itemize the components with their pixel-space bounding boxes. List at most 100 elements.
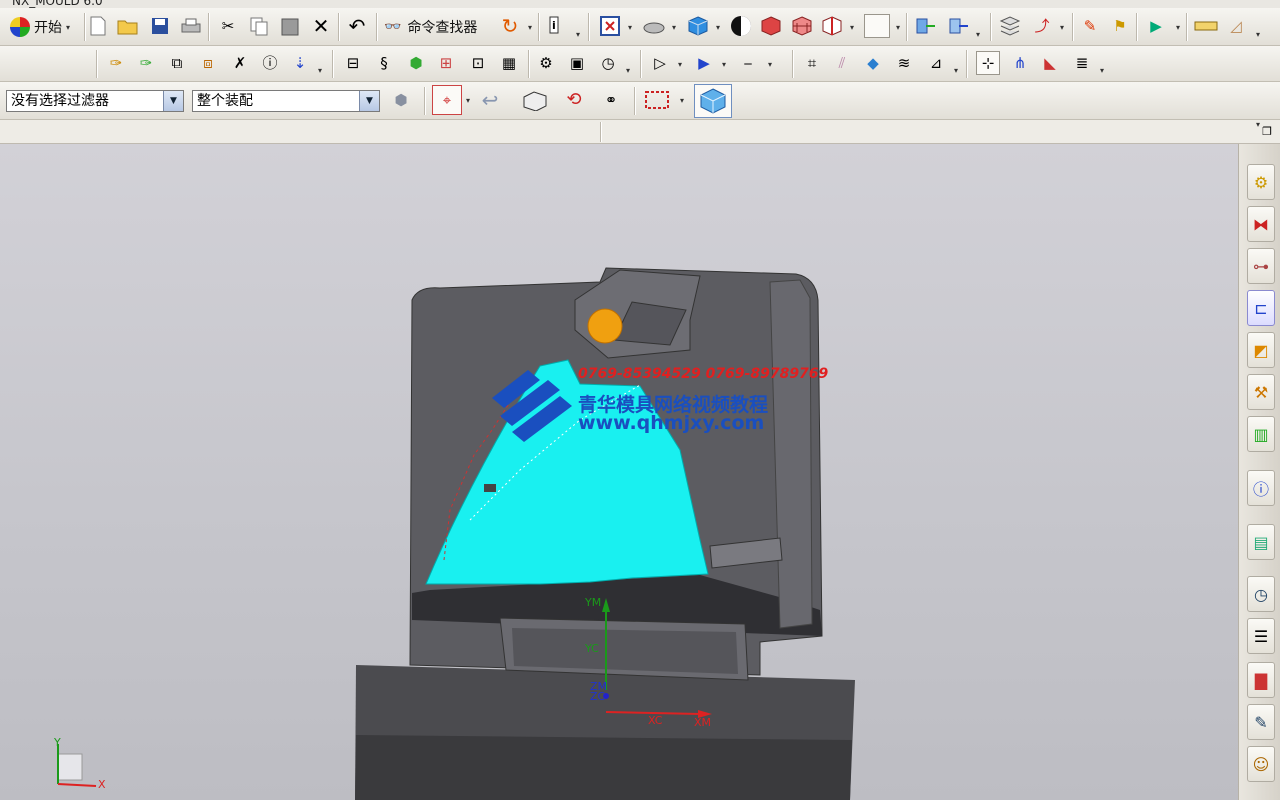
render-style-icon[interactable] <box>729 14 753 38</box>
chevron-down-icon[interactable]: ▾ <box>576 30 580 39</box>
chevron-down-icon[interactable]: ▾ <box>678 60 682 69</box>
assembly-scope-dropdown[interactable]: 整个装配 ▼ <box>192 90 380 112</box>
csys-move-icon[interactable]: ⤴ <box>1030 14 1054 38</box>
rotate-point-icon[interactable]: ⟲ <box>562 88 586 112</box>
clock-icon[interactable]: ◷ <box>596 51 620 75</box>
offset-face-icon[interactable]: ✗ <box>228 51 252 75</box>
move-object-icon[interactable] <box>946 14 970 38</box>
document-icon[interactable]: ▤ <box>1247 524 1275 560</box>
chevron-down-icon[interactable]: ▾ <box>1256 30 1260 39</box>
snap-point-icon[interactable]: ✎ <box>1078 14 1102 38</box>
info-box-icon[interactable]: ⓘ <box>258 51 282 75</box>
save-icon[interactable] <box>148 14 172 38</box>
constraint-navigator-icon[interactable]: ⧓ <box>1247 206 1275 242</box>
slider-icon[interactable]: ⊡ <box>466 51 490 75</box>
select-filter-icon[interactable]: ▶ <box>692 51 716 75</box>
chevron-down-icon[interactable]: ▾ <box>628 23 632 32</box>
csys-tool-icon[interactable]: ⌗ <box>800 51 824 75</box>
back-arrow-icon[interactable]: ↩ <box>478 88 502 112</box>
cooling-grid-icon[interactable]: ≋ <box>892 51 916 75</box>
orient-view-icon[interactable] <box>642 14 666 38</box>
chevron-down-icon[interactable]: ▾ <box>850 23 854 32</box>
layer-move-icon[interactable] <box>913 14 937 38</box>
fit-view-icon[interactable] <box>598 14 622 38</box>
chevron-down-icon[interactable]: ▾ <box>954 66 958 75</box>
roles-icon[interactable]: ☺ <box>1247 746 1275 782</box>
background-color-icon[interactable] <box>864 14 890 38</box>
analysis-icon[interactable]: ⚑ <box>1108 14 1132 38</box>
chevron-down-icon[interactable]: ▾ <box>976 30 980 39</box>
dim-tool-icon[interactable]: ⋔ <box>1008 51 1032 75</box>
active-cube-icon[interactable] <box>694 84 732 118</box>
history-navigator-icon[interactable]: ◩ <box>1247 332 1275 368</box>
parting-icon[interactable]: ⊟ <box>341 51 365 75</box>
gate-point-icon[interactable] <box>587 308 623 344</box>
settings-gear-icon[interactable]: ⚙ <box>534 51 558 75</box>
extrude-icon[interactable]: ✑ <box>134 51 158 75</box>
restore-window-icon[interactable]: ❐ <box>1258 122 1276 140</box>
chevron-down-icon[interactable]: ▾ <box>768 60 772 69</box>
table-icon[interactable]: ▦ <box>497 51 521 75</box>
undo-icon[interactable]: ↶ <box>345 14 369 38</box>
region-icon[interactable]: § <box>372 51 396 75</box>
chevron-down-icon[interactable]: ▾ <box>318 66 322 75</box>
chevron-down-icon[interactable]: ▾ <box>896 23 900 32</box>
chamfer-icon[interactable]: ≣ <box>1070 51 1094 75</box>
chevron-down-icon[interactable]: ▾ <box>1100 66 1104 75</box>
paste-icon[interactable] <box>278 14 302 38</box>
stack-layers-icon[interactable] <box>998 14 1022 38</box>
repeat-command-icon[interactable]: ↻ <box>498 14 522 38</box>
section-grid-icon[interactable] <box>790 14 814 38</box>
trim-body-icon[interactable]: ⧈ <box>196 51 220 75</box>
line-tool-icon[interactable]: ⎯ <box>736 51 760 75</box>
mold-cube-icon[interactable]: ◆ <box>861 51 885 75</box>
graphics-window[interactable]: YM YC ZM ZC XC XM Y X <box>0 144 1238 800</box>
sketch-tool-icon[interactable]: ✑ <box>104 51 128 75</box>
chevron-down-icon[interactable]: ▾ <box>722 60 726 69</box>
open-folder-icon[interactable] <box>116 14 140 38</box>
find-snap-icon[interactable]: ⚭ <box>596 88 626 112</box>
selection-filter-dropdown[interactable]: 没有选择过滤器 ▼ <box>6 90 184 112</box>
snap-filter-icon[interactable]: ⌖ <box>432 85 462 115</box>
process-studio-icon[interactable]: ☰ <box>1247 618 1275 654</box>
chevron-down-icon[interactable]: ▾ <box>1176 23 1180 32</box>
pattern-arrow-icon[interactable]: ▶ <box>1144 14 1168 38</box>
shaded-cube-icon[interactable] <box>686 14 710 38</box>
start-menu-button[interactable]: 开始 ▾ <box>10 16 70 38</box>
highlight-tool-icon[interactable]: ⊹ <box>976 51 1000 75</box>
assembly-filter-icon[interactable]: ⬢ <box>386 88 416 112</box>
cut-icon[interactable]: ✂ <box>216 14 240 38</box>
chevron-down-icon[interactable]: ▾ <box>672 23 676 32</box>
draft-ruler-icon[interactable]: ◿ <box>1224 14 1248 38</box>
system-materials-icon[interactable]: ⚒ <box>1247 374 1275 410</box>
select-arrow-icon[interactable]: ▷ <box>648 51 672 75</box>
mold-library-icon[interactable]: ⬢ <box>404 51 428 75</box>
ejector-icon[interactable]: ⊞ <box>434 51 458 75</box>
feature-tool-icon[interactable]: ⊿ <box>924 51 948 75</box>
ruler-icon[interactable] <box>1194 14 1218 38</box>
assembly-navigator-icon[interactable]: ⚙ <box>1247 164 1275 200</box>
chevron-down-icon[interactable]: ▾ <box>528 23 532 32</box>
command-finder-button[interactable]: 👓 命令查找器 <box>384 17 477 37</box>
copy-icon[interactable] <box>247 14 271 38</box>
history-clock-icon[interactable]: ◷ <box>1247 576 1275 612</box>
part-navigator-icon[interactable]: ⊶ <box>1247 248 1275 284</box>
print-icon[interactable] <box>179 14 203 38</box>
sew-icon[interactable]: ⇣ <box>288 51 312 75</box>
fillet-icon[interactable]: ◣ <box>1038 51 1062 75</box>
delete-icon[interactable]: ✕ <box>309 14 333 38</box>
chevron-down-icon[interactable]: ▾ <box>626 66 630 75</box>
web-browser-icon[interactable]: ⓘ <box>1247 470 1275 506</box>
wireframe-box-icon[interactable] <box>520 88 550 112</box>
chevron-down-icon[interactable]: ▾ <box>1060 23 1064 32</box>
mold-model-view[interactable] <box>0 144 1238 800</box>
chevron-down-icon[interactable]: ▾ <box>466 96 470 105</box>
color-palette-icon[interactable]: ▇ <box>1247 662 1275 698</box>
clip-section-icon[interactable] <box>820 14 844 38</box>
chevron-down-icon[interactable]: ▾ <box>716 23 720 32</box>
new-file-icon[interactable] <box>86 14 110 38</box>
rectangle-select-icon[interactable] <box>642 88 672 112</box>
section-red-icon[interactable] <box>759 14 783 38</box>
revolve-icon[interactable]: ⧉ <box>165 51 189 75</box>
info-icon[interactable]: i <box>545 14 569 38</box>
